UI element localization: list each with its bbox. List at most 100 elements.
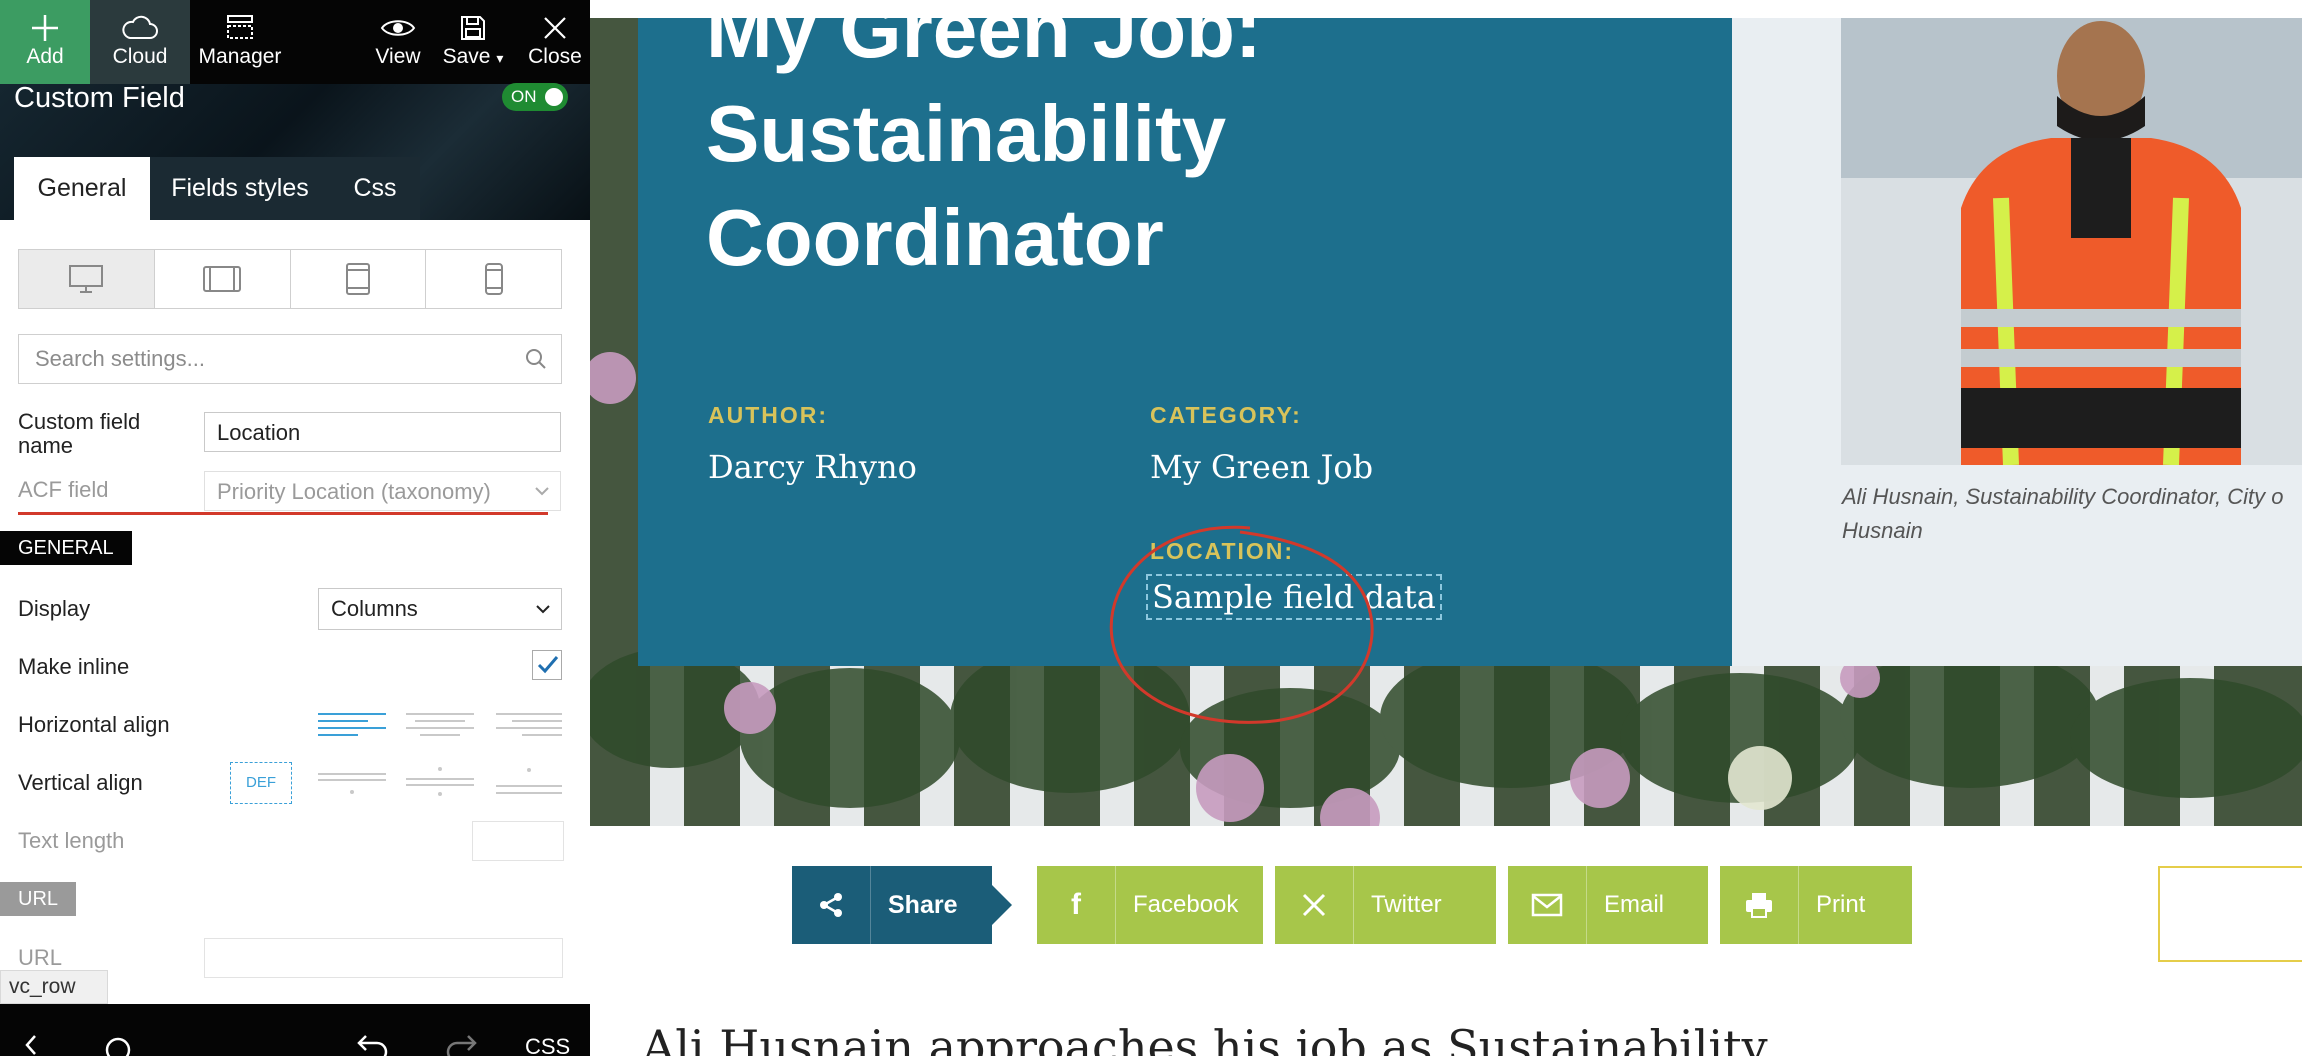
floppy-icon (438, 10, 508, 46)
eye-icon (370, 10, 426, 46)
url-label: URL (18, 945, 63, 970)
cloud-button[interactable]: Cloud (90, 0, 190, 84)
facebook-share-button[interactable]: f Facebook (1037, 866, 1263, 944)
text-length-input[interactable] (472, 821, 564, 861)
annotation-circle (1109, 525, 1374, 724)
align-right-icon[interactable] (496, 710, 562, 736)
cloud-icon (90, 10, 190, 46)
search-icon (526, 349, 546, 369)
tablet-landscape-icon (203, 266, 242, 292)
author-label: AUTHOR: (708, 402, 829, 428)
share-arrow-tip (992, 885, 1012, 925)
display-label: Display (18, 596, 91, 621)
share-icon (792, 866, 871, 944)
valign-middle-icon[interactable] (406, 766, 474, 796)
sidebar-widget-box (2158, 866, 2302, 962)
url-section-header: URL (0, 882, 77, 916)
align-left-icon[interactable] (318, 710, 386, 736)
manager-button[interactable]: Manager (196, 0, 284, 84)
mobile-icon (484, 263, 503, 295)
panel-title: Custom Field (14, 82, 185, 114)
mobile-device-button[interactable] (426, 250, 561, 308)
author-value[interactable]: Darcy Rhyno (708, 448, 917, 486)
desktop-device-button[interactable] (19, 250, 155, 308)
display-select[interactable]: Columns (318, 588, 562, 630)
chevron-down-icon (536, 605, 550, 614)
valign-bottom-icon[interactable] (496, 766, 562, 796)
redo-icon[interactable] (444, 1032, 478, 1056)
settings-search (18, 334, 562, 384)
twitter-label: Twitter (1371, 891, 1442, 918)
acf-field-select[interactable]: Priority Location (taxonomy) (204, 471, 561, 511)
plus-icon (0, 10, 90, 46)
checkmark-icon (537, 656, 559, 674)
tablet-portrait-device-button[interactable] (291, 250, 427, 308)
panel-footer: CSS (0, 1004, 590, 1056)
close-button[interactable]: Close (520, 0, 590, 84)
email-label: Email (1604, 891, 1665, 918)
tablet-landscape-device-button[interactable] (155, 250, 291, 308)
editor-toolbar: Add Cloud Manager View Save ▾ Close (0, 0, 590, 84)
css-button[interactable]: CSS (525, 1034, 570, 1056)
acf-field-label: ACF field (18, 477, 109, 502)
caption-line: Ali Husnain, Sustainability Coordinator,… (1842, 484, 2284, 509)
view-button[interactable]: View (370, 0, 426, 84)
tablet-portrait-icon (345, 263, 370, 295)
email-share-button[interactable]: Email (1508, 866, 1708, 944)
tab-css[interactable]: Css (330, 157, 420, 220)
save-label: Save (442, 45, 491, 68)
article-body-text: Ali Husnain approaches his job as Sustai… (642, 1020, 1768, 1056)
url-input[interactable] (204, 938, 563, 978)
undo-icon[interactable] (356, 1032, 390, 1056)
tab-fields-styles[interactable]: Fields styles (150, 157, 330, 220)
title-line: Coordinator (706, 193, 1164, 282)
toggle-label: ON (511, 87, 537, 106)
search-input[interactable] (33, 335, 507, 383)
facebook-icon: f (1037, 866, 1116, 944)
printer-icon (1720, 866, 1799, 944)
custom-field-name-input[interactable]: Location (204, 412, 561, 452)
article-title: My Green Job: Sustainability Coordinator (706, 0, 1262, 290)
editor-panel: Add Cloud Manager View Save ▾ Close Cust… (0, 0, 590, 1056)
home-circle-icon[interactable] (104, 1036, 132, 1056)
make-inline-label: Make inline (18, 654, 130, 679)
general-section-header: GENERAL (0, 531, 132, 565)
toggle-knob (545, 88, 563, 106)
title-line: My Green Job: (706, 0, 1262, 74)
device-switcher (18, 249, 562, 309)
make-inline-checkbox[interactable] (532, 650, 562, 680)
annotation-underline (18, 512, 548, 515)
print-button[interactable]: Print (1720, 866, 1912, 944)
chevron-down-icon (535, 487, 549, 496)
valign-default-button[interactable]: DEF (230, 762, 292, 804)
x-twitter-icon (1275, 866, 1354, 944)
valign-top-icon[interactable] (318, 770, 386, 796)
tab-general[interactable]: General (14, 157, 150, 220)
envelope-icon (1508, 866, 1587, 944)
category-value[interactable]: My Green Job (1150, 448, 1373, 486)
caption-line: Husnain (1842, 518, 1923, 543)
custom-field-name-label: Custom field name (18, 409, 141, 458)
page-preview: My Green Job: Sustainability Coordinator… (590, 0, 2302, 1056)
align-center-icon[interactable] (406, 710, 474, 736)
category-label: CATEGORY: (1150, 402, 1302, 428)
display-value: Columns (331, 596, 418, 621)
portrait-photo (1841, 18, 2302, 465)
close-icon (520, 10, 590, 46)
caret-down-icon: ▾ (496, 50, 504, 66)
facebook-label: Facebook (1133, 891, 1239, 918)
add-button[interactable]: Add (0, 0, 90, 84)
worker-portrait-image (1841, 18, 2302, 465)
share-button[interactable]: Share (792, 866, 1012, 944)
acf-field-value: Priority Location (taxonomy) (217, 479, 491, 504)
horizontal-align-label: Horizontal align (18, 712, 170, 737)
twitter-share-button[interactable]: Twitter (1275, 866, 1496, 944)
print-label: Print (1816, 891, 1866, 918)
element-toggle[interactable]: ON (502, 83, 568, 111)
title-line: Sustainability (706, 89, 1227, 178)
breadcrumb[interactable]: vc_row (0, 970, 108, 1004)
chevron-left-icon[interactable] (24, 1034, 38, 1056)
text-length-label: Text length (18, 828, 125, 853)
vertical-align-label: Vertical align (18, 770, 143, 795)
save-button[interactable]: Save ▾ (438, 0, 508, 84)
